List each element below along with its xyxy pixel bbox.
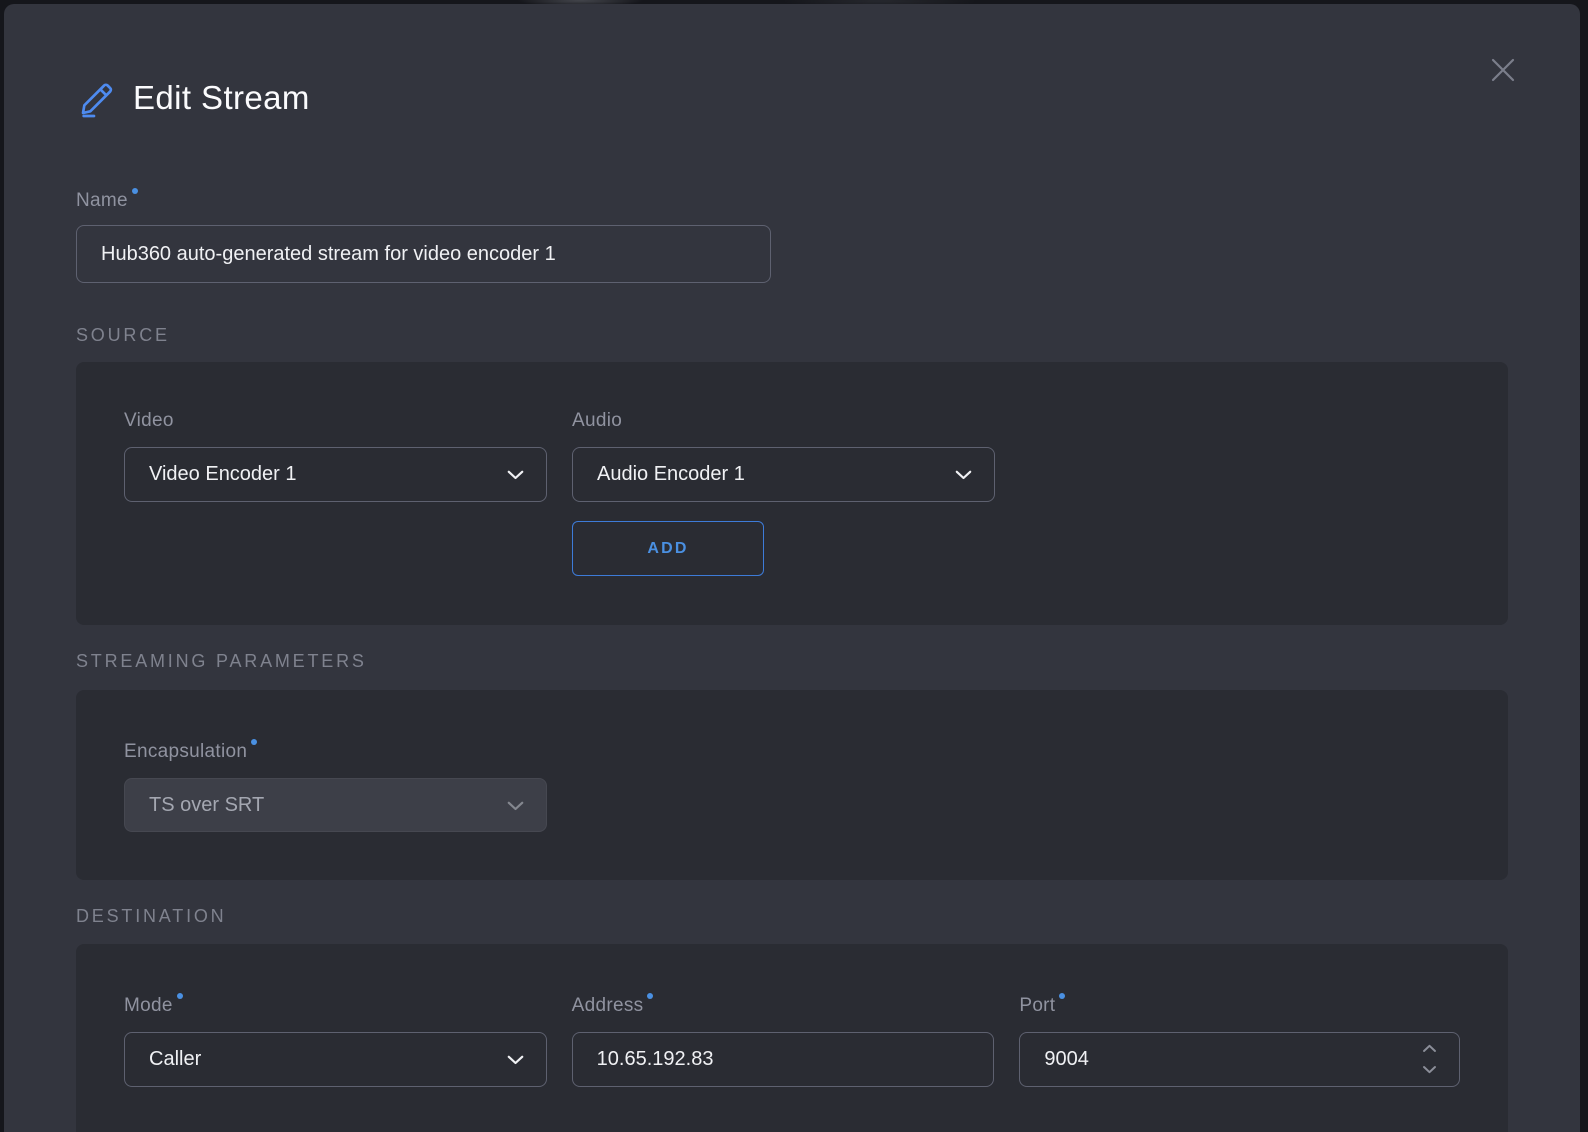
address-label: Address [572, 993, 995, 1017]
edit-stream-dialog: Edit Stream Name SOURCE Video Video Enco… [4, 4, 1580, 1132]
video-column: Video Video Encoder 1 [124, 410, 547, 576]
encapsulation-select[interactable]: TS over SRT [124, 778, 547, 832]
source-section-heading: SOURCE [76, 324, 1508, 346]
port-stepper [1019, 1032, 1460, 1087]
required-dot [647, 993, 653, 999]
chevron-down-icon [507, 1048, 524, 1071]
destination-heading: DESTINATION [76, 905, 1508, 927]
name-label: Name [76, 188, 1508, 212]
address-column: Address [572, 993, 995, 1087]
port-input[interactable] [1044, 1048, 1344, 1071]
source-card: Video Video Encoder 1 Audio Audio Encode… [76, 362, 1508, 625]
encapsulation-column: Encapsulation TS over SRT [124, 739, 547, 832]
name-input[interactable] [76, 225, 771, 283]
chevron-down-icon [507, 463, 524, 486]
audio-label: Audio [572, 410, 995, 432]
mode-label: Mode [124, 993, 547, 1017]
video-encoder-value: Video Encoder 1 [149, 463, 297, 486]
edit-pencil-icon [76, 78, 116, 118]
required-dot [251, 739, 257, 745]
stepper-arrows[interactable] [1422, 1040, 1437, 1079]
encapsulation-label: Encapsulation [124, 739, 547, 763]
audio-encoder-select[interactable]: Audio Encoder 1 [572, 447, 995, 502]
dialog-header: Edit Stream [76, 78, 1508, 118]
streaming-parameters-card: Encapsulation TS over SRT [76, 690, 1508, 880]
required-dot [177, 993, 183, 999]
chevron-down-icon[interactable] [1422, 1061, 1437, 1079]
audio-encoder-value: Audio Encoder 1 [597, 463, 745, 486]
mode-value: Caller [149, 1048, 201, 1071]
port-column: Port [1019, 993, 1460, 1087]
add-button[interactable]: ADD [572, 521, 764, 576]
chevron-down-icon [955, 463, 972, 486]
mode-select[interactable]: Caller [124, 1032, 547, 1087]
required-dot [1059, 993, 1065, 999]
audio-column: Audio Audio Encoder 1 ADD [572, 410, 995, 576]
chevron-up-icon[interactable] [1422, 1040, 1437, 1058]
video-encoder-select[interactable]: Video Encoder 1 [124, 447, 547, 502]
address-input[interactable] [572, 1032, 995, 1087]
destination-card: Mode Caller Address Port [76, 944, 1508, 1132]
video-label: Video [124, 410, 547, 432]
mode-column: Mode Caller [124, 993, 547, 1087]
dialog-title: Edit Stream [133, 79, 310, 117]
encapsulation-value: TS over SRT [149, 794, 264, 817]
close-button[interactable] [1486, 54, 1520, 88]
name-field-block: Name [76, 188, 1508, 283]
chevron-down-icon [507, 794, 524, 817]
port-label: Port [1019, 993, 1460, 1017]
close-icon [1488, 55, 1518, 88]
required-dot [132, 188, 138, 194]
streaming-parameters-heading: STREAMING PARAMETERS [76, 650, 1508, 672]
